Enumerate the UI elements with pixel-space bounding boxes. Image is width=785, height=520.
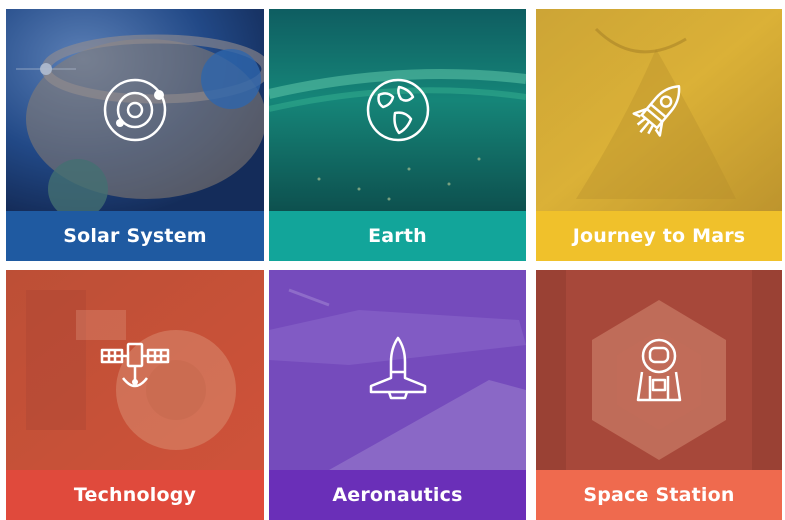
tile-label: Technology xyxy=(6,470,264,520)
tile-technology[interactable]: Technology xyxy=(6,270,264,520)
tile-label: Aeronautics xyxy=(269,470,526,520)
solar-system-icon xyxy=(103,78,167,142)
tile-label: Earth xyxy=(269,211,526,261)
tile-space-station[interactable]: Space Station xyxy=(536,270,782,520)
tile-label: Solar System xyxy=(6,211,264,261)
topic-grid: Solar System Earth Journey to Mars Techn… xyxy=(0,0,785,520)
tile-solar-system[interactable]: Solar System xyxy=(6,9,264,261)
tile-label: Journey to Mars xyxy=(536,211,782,261)
shuttle-icon xyxy=(369,336,426,400)
tile-journey-to-mars[interactable]: Journey to Mars xyxy=(536,9,782,261)
rocket-icon xyxy=(632,85,681,137)
earth-globe-icon xyxy=(366,78,429,142)
tile-earth[interactable]: Earth xyxy=(269,9,526,261)
satellite-icon xyxy=(100,342,170,388)
tile-label: Space Station xyxy=(536,470,782,520)
tile-aeronautics[interactable]: Aeronautics xyxy=(269,270,526,520)
astronaut-icon xyxy=(636,338,682,402)
